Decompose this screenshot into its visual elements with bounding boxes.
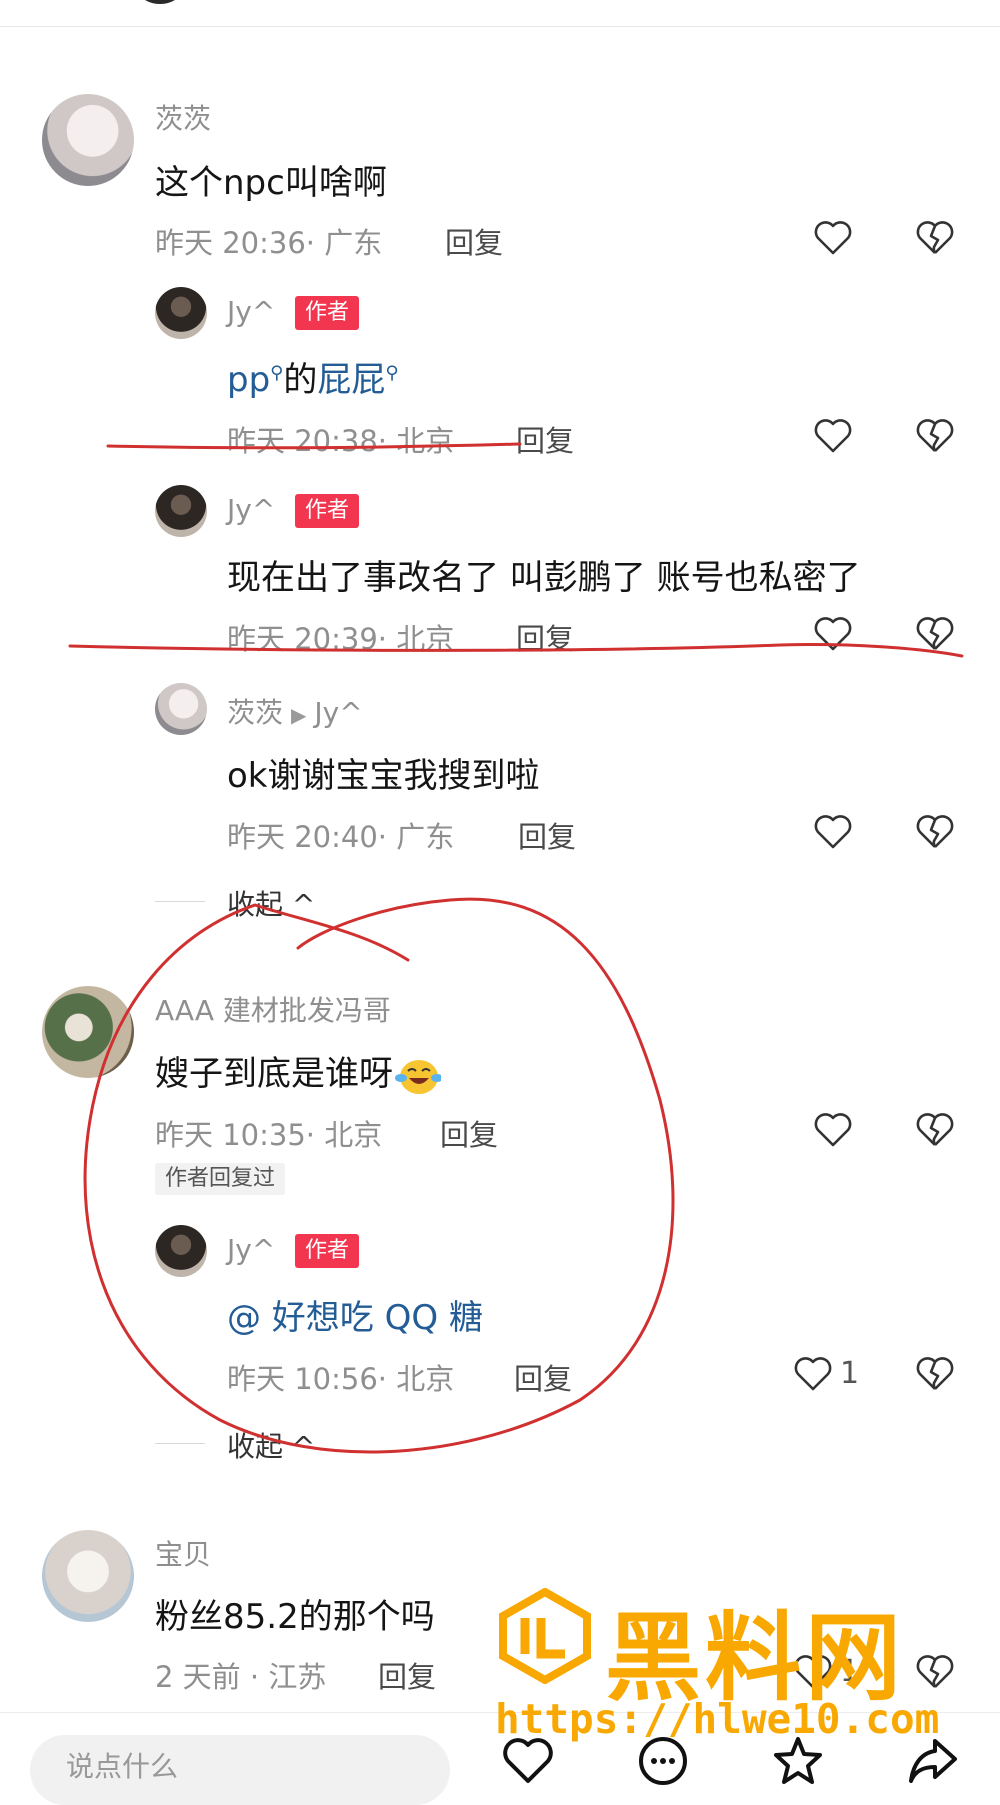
top-divider [0,26,1000,27]
avatar[interactable] [155,485,207,537]
reply-button[interactable]: 回复 [440,1112,498,1154]
comment-time-location: 昨天 10:35· 北京 [155,1118,383,1152]
comment-time-location: 2 天前 · 江苏 [155,1660,327,1694]
crying-laughing-emoji-icon [395,1059,441,1094]
top-avatar [130,0,190,4]
like-count: 1 [840,1356,860,1391]
heart-icon[interactable] [813,812,853,852]
broken-heart-icon[interactable] [915,416,955,456]
reply-username[interactable]: Jy^ [227,493,275,526]
avatar[interactable] [155,1225,207,1277]
reply-button[interactable]: 回复 [516,616,574,658]
broken-heart-icon[interactable] [915,1354,955,1394]
watermark-url: https://hlwe10.com [495,1695,940,1743]
heart-icon[interactable] [813,218,853,258]
comment-username[interactable]: 茨茨 [155,97,211,137]
comment-text: 粉丝85.2的那个吗 [155,1597,435,1637]
reply-text: pp⚲的屁屁⚲ [227,352,399,401]
watermark: 黑料网 https://hlwe10.com [495,1580,995,1770]
author-badge: 作者 [295,1234,360,1268]
reply-username: 茨茨 ▶ Jy^ [227,691,363,731]
reply-time-location: 昨天 20:38· 北京 [227,424,455,458]
reply-arrow-icon: ▶ [291,703,307,727]
search-icon[interactable]: ⚲ [385,363,398,384]
search-icon[interactable]: ⚲ [270,363,283,384]
reply-text-plain: 的 [283,360,318,400]
reply-text: ok谢谢宝宝我搜到啦 [227,756,540,796]
heart-icon[interactable] [813,614,853,654]
heart-icon[interactable] [813,416,853,456]
avatar[interactable] [155,683,207,735]
author-badge: 作者 [295,296,360,330]
broken-heart-icon[interactable] [915,1110,955,1150]
collapse-button[interactable]: 收起 ^ [227,1425,315,1465]
comment-text-body: 嫂子到底是谁呀 [155,1054,393,1094]
author-badge: 作者 [295,494,360,528]
reply-button[interactable]: 回复 [518,814,576,856]
reply-button[interactable]: 回复 [514,1356,572,1398]
avatar[interactable] [42,94,134,186]
annotation-layer [68,442,964,1454]
avatar[interactable] [42,986,134,1078]
reply-button[interactable]: 回复 [516,418,574,460]
collapse-button[interactable]: 收起 ^ [227,883,315,923]
comment-input[interactable]: 说点什么 [30,1735,450,1805]
reply-username[interactable]: Jy^ [227,1233,275,1266]
comment-text: 嫂子到底是谁呀 [155,1046,441,1096]
comment-input-placeholder: 说点什么 [66,1750,179,1783]
comment-username[interactable]: AAA 建材批发冯哥 [155,989,391,1029]
broken-heart-icon[interactable] [915,218,955,258]
reply-text: 现在出了事改名了 叫彭鹏了 账号也私密了 [227,558,861,598]
comment-username[interactable]: 宝贝 [155,1533,211,1573]
comment-text: 这个npc叫啥啊 [155,163,387,203]
search-link-pipi[interactable]: 屁屁 [317,360,385,400]
avatar[interactable] [42,1530,134,1622]
collapse-divider [155,901,205,902]
collapse-divider [155,1443,205,1444]
reply-time-location: 昨天 20:40· 广东 [227,820,455,854]
mention-link[interactable]: @ 好想吃 QQ 糖 [227,1290,483,1339]
author-replied-tag: 作者回复过 [155,1163,286,1195]
reply-time-location: 昨天 10:56· 北京 [227,1362,455,1396]
comment-time-location: 昨天 20:36· 广东 [155,226,383,260]
reply-author[interactable]: 茨茨 [227,696,283,729]
broken-heart-icon[interactable] [915,614,955,654]
search-link-pp[interactable]: pp [227,360,270,400]
heart-icon[interactable] [793,1354,833,1394]
reply-time-location: 昨天 20:39· 北京 [227,622,455,656]
heart-icon[interactable] [813,1110,853,1150]
reply-button[interactable]: 回复 [445,220,503,262]
avatar[interactable] [155,287,207,339]
watermark-logo-icon [499,1588,591,1684]
broken-heart-icon[interactable] [915,812,955,852]
reply-username[interactable]: Jy^ [227,295,275,328]
reply-button[interactable]: 回复 [378,1654,436,1696]
reply-target[interactable]: Jy^ [314,696,362,729]
